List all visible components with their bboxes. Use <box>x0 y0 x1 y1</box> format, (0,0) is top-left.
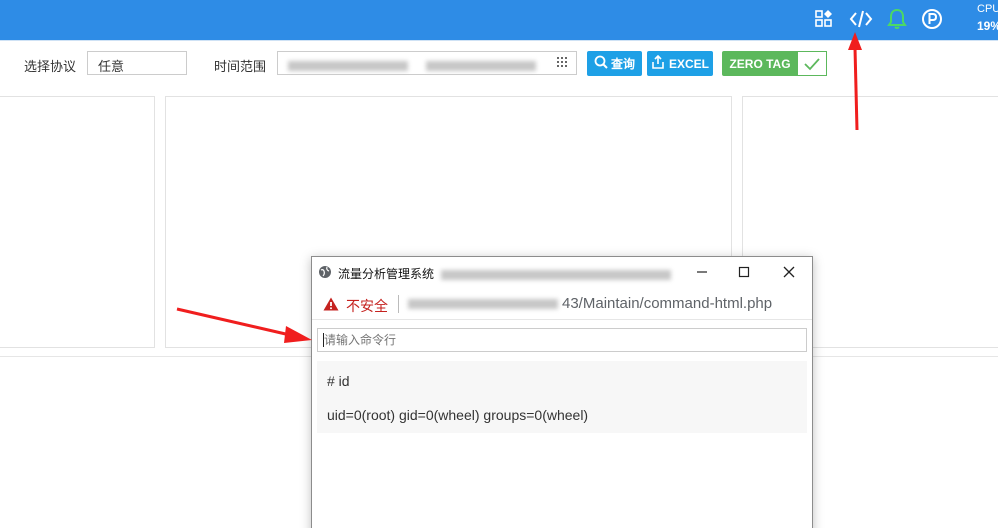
warning-icon <box>323 297 339 316</box>
filter-bar: 选择协议 任意 时间范围 查询 EXCEL ZERO TAG <box>0 40 998 86</box>
cpu-value: 19% <box>977 19 998 33</box>
popup-title-text: 流量分析管理系统 <box>338 267 435 281</box>
grid-diamond-icon[interactable] <box>811 6 837 32</box>
globe-icon <box>318 265 332 284</box>
app-page: CPU 19% 选择协议 任意 时间范围 <box>0 0 998 528</box>
protocol-select[interactable]: 任意 <box>87 51 187 75</box>
calendar-icon[interactable] <box>556 55 570 72</box>
zero-tag-button[interactable]: ZERO TAG <box>722 51 798 76</box>
text-caret <box>323 333 324 347</box>
p-circle-icon[interactable] <box>919 6 945 32</box>
command-popup-window: 流量分析管理系统 不安全 43/Maintain/command-html.ph… <box>311 256 813 528</box>
output-command-line: # id <box>327 373 350 389</box>
cpu-label: CPU <box>977 3 998 15</box>
blurred-end-time <box>425 60 536 71</box>
excel-button[interactable]: EXCEL <box>647 51 713 76</box>
zero-tag-button-label: ZERO TAG <box>729 56 791 71</box>
time-range-input[interactable] <box>277 51 577 75</box>
excel-button-label: EXCEL <box>668 56 709 71</box>
top-navbar: CPU 19% <box>0 0 998 40</box>
popup-titlebar: 流量分析管理系统 <box>312 257 812 287</box>
export-icon <box>651 54 665 72</box>
blurred-start-time <box>288 60 408 71</box>
command-output: # id uid=0(root) gid=0(wheel) groups=0(w… <box>317 361 807 433</box>
protocol-value: 任意 <box>98 59 125 74</box>
search-icon <box>594 55 608 72</box>
zero-tag-checkbox[interactable] <box>797 51 827 76</box>
query-button-label: 查询 <box>610 57 635 71</box>
blurred-host <box>408 299 558 310</box>
code-icon[interactable] <box>848 6 874 32</box>
url-path: 43/Maintain/command-html.php <box>562 295 773 312</box>
maximize-icon[interactable] <box>734 263 754 281</box>
popup-title: 流量分析管理系统 <box>338 265 672 282</box>
minimize-icon[interactable] <box>692 263 712 281</box>
command-input[interactable] <box>317 328 807 352</box>
time-range-label: 时间范围 <box>214 59 267 74</box>
address-separator <box>398 295 399 313</box>
chart-panel-left <box>0 96 155 348</box>
bell-icon[interactable] <box>884 6 910 32</box>
protocol-label: 选择协议 <box>24 59 77 74</box>
address-bar: 不安全 43/Maintain/command-html.php <box>312 287 812 320</box>
output-result-line: uid=0(root) gid=0(wheel) groups=0(wheel) <box>327 407 589 423</box>
close-icon[interactable] <box>779 263 799 281</box>
not-secure-label: 不安全 <box>346 298 388 314</box>
url-text[interactable]: 43/Maintain/command-html.php <box>408 295 772 312</box>
query-button[interactable]: 查询 <box>587 51 642 76</box>
blurred-title-rest <box>441 269 672 280</box>
checkmark-icon <box>804 57 820 70</box>
